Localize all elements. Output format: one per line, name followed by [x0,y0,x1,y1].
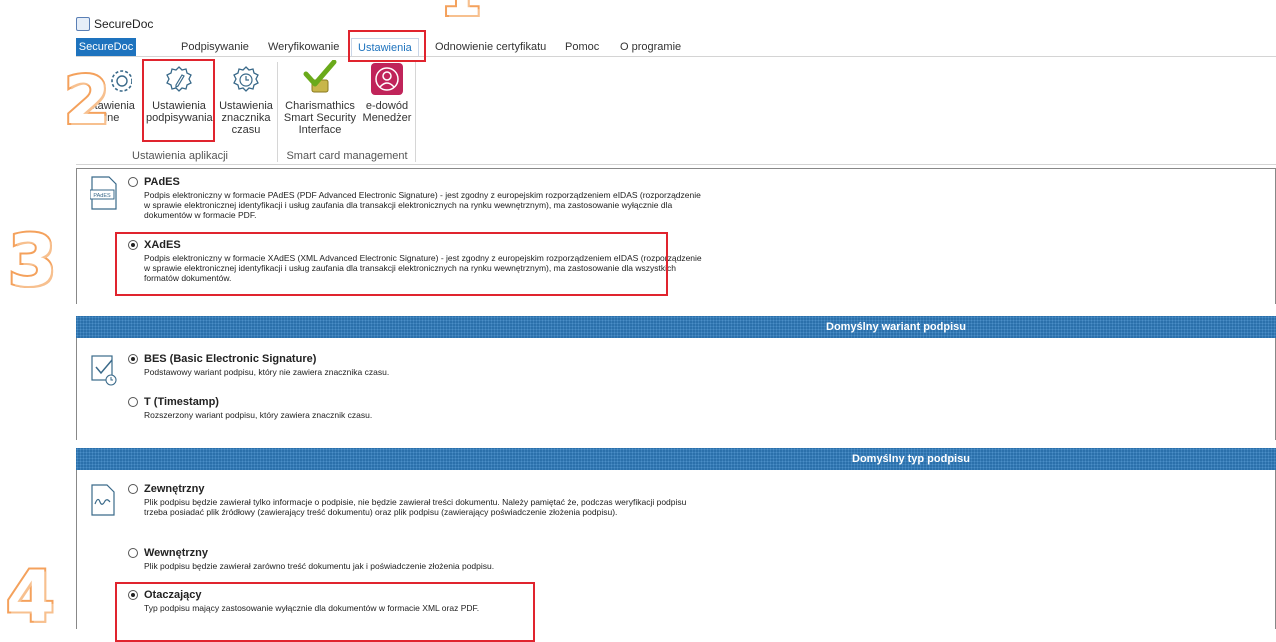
timestamp-settings-button[interactable]: Ustawienia znacznika czasu [219,64,273,136]
external-description: Plik podpisu będzie zawierał tylko infor… [144,497,687,517]
smart-card-group-label: Smart card management [286,150,408,162]
pades-label[interactable]: PAdES [144,176,180,188]
step-number-1: 1 [438,0,484,32]
menu-pomoc[interactable]: Pomoc [559,38,605,56]
edowod-button[interactable]: e-dowód Menedżer [360,62,414,124]
type-section-title: Domyślny typ podpisu [852,453,970,465]
app-icon [76,17,90,31]
variant-section-header: Domyślny wariant podpisu [76,316,1276,338]
edowod-icon [371,63,403,95]
internal-description: Plik podpisu będzie zawierał zarówno tre… [144,561,495,571]
menu-o-programie[interactable]: O programie [614,38,687,56]
menu-odnowienie-certyfikatu[interactable]: Odnowienie certyfikatu [429,38,552,56]
internal-label[interactable]: Wewnętrzny [144,547,208,559]
timestamp-settings-label-2: znacznika [221,112,271,124]
highlight-enveloping-option [115,582,535,642]
edowod-label-1: e-dowód [365,100,409,112]
pades-description: Podpis elektroniczny w formacie PAdES (P… [144,190,701,220]
timestamp-radio[interactable] [128,397,138,407]
highlight-signing-settings [142,59,215,142]
variant-section-title: Domyślny wariant podpisu [826,321,966,333]
bes-radio[interactable] [128,354,138,364]
bes-label[interactable]: BES (Basic Electronic Signature) [144,353,316,365]
highlight-ustawienia-tab [348,30,426,62]
ribbon-group-separator [415,62,416,162]
external-radio[interactable] [128,484,138,494]
timestamp-settings-label-1: Ustawienia [219,100,273,112]
pades-document-icon: PAdES [90,176,117,210]
step-number-4: 4 [4,554,57,640]
charismathics-button[interactable]: Charismathics Smart Security Interface [282,60,358,136]
pades-icon-text: PAdES [93,193,111,199]
signature-check-icon [91,355,117,386]
menu-securedoc[interactable]: SecureDoc [76,38,136,56]
menu-podpisywanie[interactable]: Podpisywanie [175,38,255,56]
edowod-label-2: Menedżer [362,112,412,124]
ribbon-group-separator [277,62,278,162]
ribbon-divider [76,164,1276,165]
menu-bar: SecureDoc Podpisywanie Weryfikowanie Ust… [76,38,1276,56]
step-number-2: 2 [62,60,112,141]
step-number-3: 3 [6,218,59,304]
bes-description: Podstawowy wariant podpisu, który nie za… [144,367,390,377]
menu-divider [76,56,1276,57]
pades-radio[interactable] [128,177,138,187]
highlight-xades-option [115,232,668,296]
timestamp-label[interactable]: T (Timestamp) [144,396,219,408]
title-bar: SecureDoc [76,14,153,34]
charismathics-label-1: Charismathics [285,100,355,112]
app-settings-group-label: Ustawienia aplikacji [132,150,228,162]
timestamp-description: Rozszerzony wariant podpisu, który zawie… [144,410,373,420]
type-section-header: Domyślny typ podpisu [76,448,1276,470]
signature-document-icon [91,484,115,516]
external-label[interactable]: Zewnętrzny [144,483,205,495]
timestamp-settings-label-3: czasu [231,124,261,136]
app-title: SecureDoc [94,17,154,31]
menu-weryfikowanie[interactable]: Weryfikowanie [262,38,345,56]
charismathics-label-3: Interface [298,124,342,136]
gear-clock-icon [233,66,259,92]
internal-radio[interactable] [128,548,138,558]
charismathics-label-2: Smart Security [283,112,357,124]
checkmark-card-icon [303,60,337,93]
